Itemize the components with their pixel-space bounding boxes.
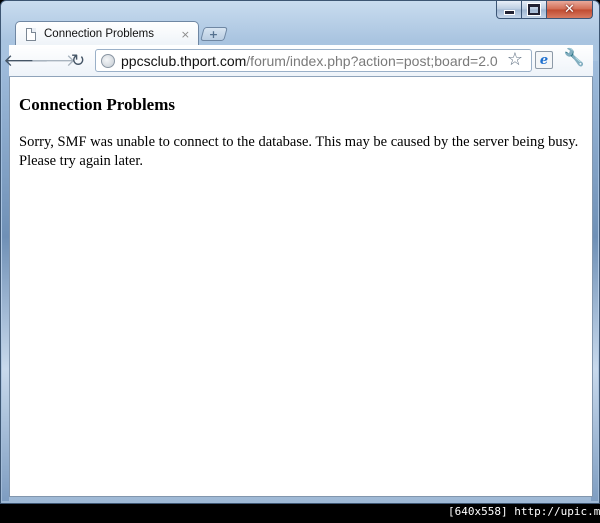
page-content: Connection Problems Sorry, SMF was unabl… [9,77,593,497]
close-window-button[interactable]: ✕ [547,1,593,19]
reload-icon: ↻ [70,51,86,71]
url-host: ppcsclub.thport.com [121,52,247,69]
minimize-button[interactable] [496,1,522,19]
error-message: Sorry, SMF was unable to connect to the … [19,134,579,169]
plus-icon: + [209,27,219,41]
url-path: /forum/index.php?action=post;board=2.0 [246,52,498,69]
maximize-icon [528,4,540,15]
close-icon: ✕ [564,2,575,17]
forward-button[interactable]: 🡒 [30,50,76,72]
page-heading: Connection Problems [19,95,175,114]
address-bar[interactable]: ppcsclub.thport.com/forum/index.php?acti… [95,49,532,72]
tab-connection-problems[interactable]: Connection Problems × [15,21,199,46]
wrench-icon[interactable]: 🔧 [564,50,585,67]
tab-close-icon[interactable]: × [181,28,190,41]
window-controls: ✕ [496,1,593,19]
new-tab-button[interactable]: + [200,27,228,41]
toolbar: 🡐 🡒 ↻ ppcsclub.thport.com/forum/index.ph… [3,45,593,77]
minimize-icon [503,10,515,15]
maximize-button[interactable] [522,1,547,19]
ie-tab-icon[interactable]: e [535,51,553,69]
tab-title: Connection Problems [44,28,154,40]
image-caption: [640x558] http://upic.me/ [448,505,600,518]
browser-window: ✕ Connection Problems × + 🡐 🡒 ↻ ppcsclub… [0,0,600,504]
bookmark-star-icon[interactable]: ☆ [507,51,523,69]
globe-icon [101,53,115,68]
window-frame-left [2,61,9,501]
page-icon [26,27,36,41]
ie-letter: e [539,52,549,68]
reload-button[interactable]: ↻ [67,50,89,72]
url-text[interactable]: ppcsclub.thport.com/forum/index.php?acti… [121,53,498,69]
